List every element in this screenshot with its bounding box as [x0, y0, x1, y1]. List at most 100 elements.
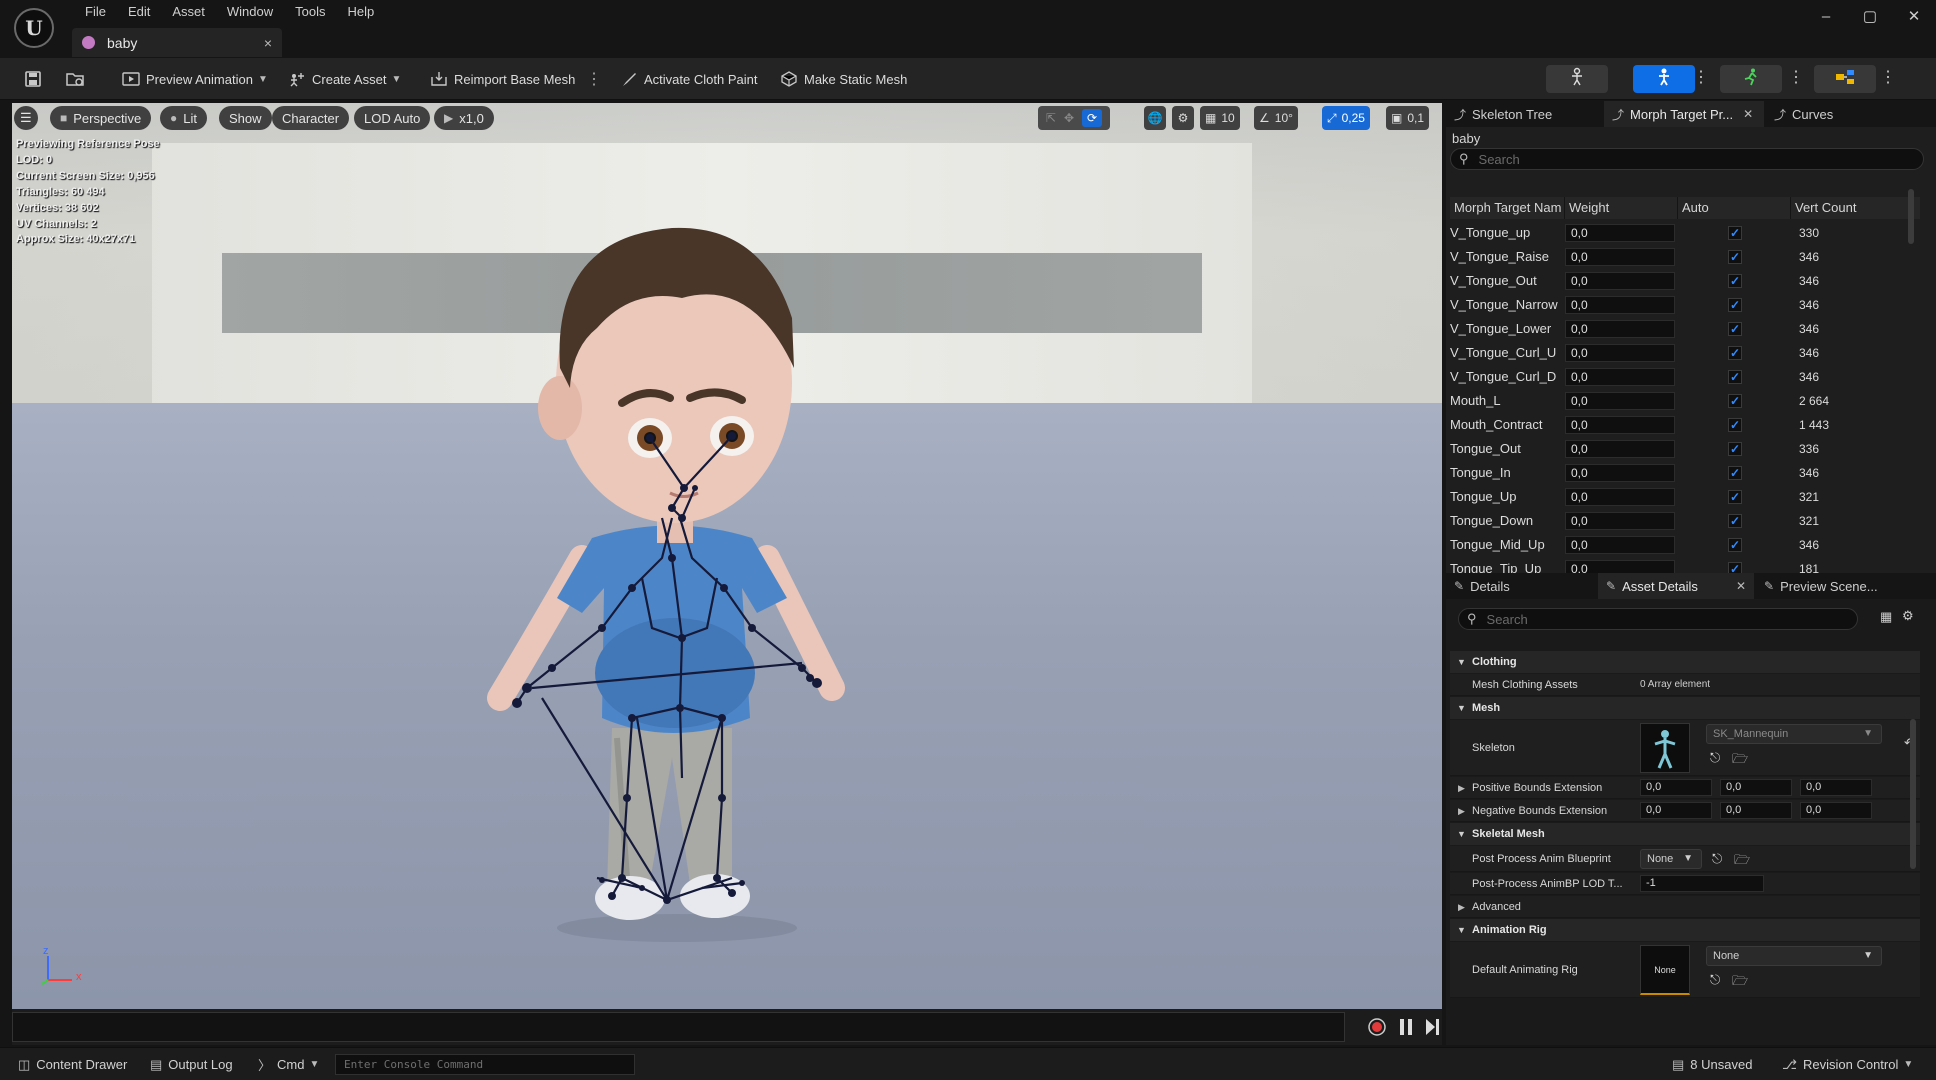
rotate-tool-icon[interactable]: ⟳	[1082, 109, 1103, 127]
morph-target-scrollbar[interactable]	[1908, 189, 1914, 244]
positive-bounds-x-field[interactable]: 0,0	[1640, 779, 1712, 796]
post-process-lod-field[interactable]: -1	[1640, 875, 1764, 892]
skeleton-thumbnail[interactable]	[1640, 723, 1690, 773]
settings-gear-icon[interactable]: ⚙	[1902, 608, 1914, 624]
view-options-icon[interactable]: ▦	[1880, 609, 1892, 625]
section-clothing[interactable]: ▼ Clothing	[1450, 651, 1920, 673]
auto-checkbox[interactable]: ✓	[1728, 514, 1742, 528]
select-tool-icon[interactable]: ⇱	[1046, 111, 1056, 125]
browse-to-asset-icon[interactable]: 🗁	[1734, 851, 1750, 873]
details-scrollbar[interactable]	[1910, 719, 1916, 869]
preview-viewport[interactable]: ☰ ■ Perspective ● Lit Show Character LOD A…	[12, 103, 1442, 1009]
negative-bounds-y-field[interactable]: 0,0	[1720, 802, 1792, 819]
reimport-base-mesh-button[interactable]: Reimport Base Mesh	[430, 58, 575, 100]
lit-button[interactable]: ● Lit	[160, 106, 207, 130]
perspective-button[interactable]: ■ Perspective	[50, 106, 152, 130]
tab-morph-target-preview[interactable]: ⤴ Morph Target Pr... ✕	[1604, 101, 1764, 127]
blueprint-mode-button[interactable]	[1814, 65, 1876, 93]
menu-asset[interactable]: Asset	[161, 3, 216, 23]
auto-checkbox[interactable]: ✓	[1728, 322, 1742, 336]
angle-snap-button[interactable]: ∠ 10°	[1254, 106, 1298, 130]
menu-tools[interactable]: Tools	[284, 3, 336, 23]
use-selected-asset-icon[interactable]: ⎋	[1710, 750, 1720, 766]
auto-checkbox[interactable]: ✓	[1728, 442, 1742, 456]
auto-checkbox[interactable]: ✓	[1728, 226, 1742, 240]
auto-checkbox[interactable]: ✓	[1728, 298, 1742, 312]
menu-edit[interactable]: Edit	[117, 3, 161, 23]
scale-snap-button[interactable]: ⤢ 0,25	[1322, 106, 1370, 130]
step-forward-button[interactable]	[1424, 1018, 1440, 1041]
column-morph-target-name[interactable]: Morph Target Nam	[1450, 197, 1565, 219]
skeleton-select[interactable]: SK_Mannequin ▼	[1706, 724, 1882, 744]
playback-speed-button[interactable]: ▶ x1,0	[434, 106, 494, 130]
unsaved-button[interactable]: ▤ 8 Unsaved	[1672, 1048, 1752, 1080]
negative-bounds-z-field[interactable]: 0,0	[1800, 802, 1872, 819]
morph-target-weight-field[interactable]: 0,0	[1565, 224, 1675, 242]
minimize-button[interactable]: –	[1804, 0, 1848, 32]
post-process-anim-blueprint-select[interactable]: None ▼	[1640, 849, 1702, 869]
morph-target-row[interactable]: V_Tongue_Raise 0,0 ✓ 346	[1450, 245, 1920, 269]
pause-button[interactable]	[1398, 1018, 1414, 1041]
show-button[interactable]: Show	[219, 106, 272, 130]
activate-cloth-paint-button[interactable]: Activate Cloth Paint	[620, 58, 757, 100]
morph-target-row[interactable]: V_Tongue_Out 0,0 ✓ 346	[1450, 269, 1920, 293]
morph-target-row[interactable]: Tongue_Up 0,0 ✓ 321	[1450, 485, 1920, 509]
morph-target-search-input[interactable]: ⚲ Search	[1450, 148, 1924, 170]
close-tab-icon[interactable]: ×	[264, 35, 272, 51]
section-skeletal-mesh[interactable]: ▼ Skeletal Mesh	[1450, 823, 1920, 845]
morph-target-weight-field[interactable]: 0,0	[1565, 344, 1675, 362]
use-selected-asset-icon[interactable]: ⎋	[1710, 972, 1720, 988]
tab-asset-details[interactable]: ✎ Asset Details ✕	[1598, 573, 1754, 599]
unreal-logo-icon[interactable]: U	[14, 8, 54, 48]
mesh-mode-button[interactable]	[1633, 65, 1695, 93]
animation-mode-button[interactable]	[1720, 65, 1782, 93]
morph-target-row[interactable]: Mouth_L 0,0 ✓ 2 664	[1450, 389, 1920, 413]
record-button[interactable]	[1367, 1017, 1387, 1042]
document-tab-baby[interactable]: baby ×	[72, 28, 282, 57]
menu-file[interactable]: File	[74, 3, 117, 23]
morph-target-weight-field[interactable]: 0,0	[1565, 416, 1675, 434]
positive-bounds-y-field[interactable]: 0,0	[1720, 779, 1792, 796]
console-command-input[interactable]: Enter Console Command	[335, 1054, 635, 1075]
close-tab-icon[interactable]: ✕	[1736, 579, 1746, 593]
morph-target-weight-field[interactable]: 0,0	[1565, 368, 1675, 386]
translate-tool-icon[interactable]: ✥	[1064, 111, 1074, 125]
camera-speed-button[interactable]: ▣ 0,1	[1386, 106, 1430, 130]
mesh-mode-options-icon[interactable]: ⋮	[1693, 67, 1709, 87]
negative-bounds-x-field[interactable]: 0,0	[1640, 802, 1712, 819]
morph-target-weight-field[interactable]: 0,0	[1565, 464, 1675, 482]
expand-triangle-icon[interactable]: ▶	[1458, 896, 1465, 918]
close-window-button[interactable]: ✕	[1892, 0, 1936, 32]
menu-window[interactable]: Window	[216, 3, 284, 23]
morph-target-row[interactable]: Tongue_In 0,0 ✓ 346	[1450, 461, 1920, 485]
morph-target-weight-field[interactable]: 0,0	[1565, 320, 1675, 338]
browse-to-asset-icon[interactable]: 🗁	[1732, 750, 1748, 772]
save-button[interactable]	[24, 58, 48, 100]
tab-details[interactable]: ✎ Details	[1446, 573, 1596, 599]
content-drawer-button[interactable]: ◫ Content Drawer	[18, 1048, 127, 1080]
auto-checkbox[interactable]: ✓	[1728, 370, 1742, 384]
browse-to-asset-icon[interactable]: 🗁	[1732, 972, 1748, 994]
morph-target-weight-field[interactable]: 0,0	[1565, 440, 1675, 458]
expand-triangle-icon[interactable]: ▶	[1458, 800, 1465, 822]
morph-target-weight-field[interactable]: 0,0	[1565, 392, 1675, 410]
morph-target-weight-field[interactable]: 0,0	[1565, 272, 1675, 290]
morph-target-weight-field[interactable]: 0,0	[1565, 488, 1675, 506]
menu-help[interactable]: Help	[336, 3, 385, 23]
cmd-dropdown[interactable]: 〉 Cmd ▼	[258, 1048, 319, 1080]
auto-checkbox[interactable]: ✓	[1728, 466, 1742, 480]
morph-target-row[interactable]: V_Tongue_Curl_U 0,0 ✓ 346	[1450, 341, 1920, 365]
tab-skeleton-tree[interactable]: ⤴ Skeleton Tree	[1446, 101, 1602, 127]
advanced-row[interactable]: ▶ Advanced	[1450, 896, 1920, 918]
output-log-button[interactable]: ▤ Output Log	[150, 1048, 233, 1080]
character-button[interactable]: Character	[272, 106, 350, 130]
blueprint-mode-options-icon[interactable]: ⋮	[1880, 67, 1896, 87]
skeleton-mode-button[interactable]	[1546, 65, 1608, 93]
preview-animation-button[interactable]: Preview Animation ▼	[122, 58, 268, 100]
lod-button[interactable]: LOD Auto	[354, 106, 431, 130]
section-mesh[interactable]: ▼ Mesh	[1450, 697, 1920, 719]
auto-checkbox[interactable]: ✓	[1728, 250, 1742, 264]
transform-tools-group[interactable]: ⇱ ✥ ⟳	[1038, 106, 1110, 130]
column-vert-count[interactable]: Vert Count	[1791, 197, 1920, 219]
auto-checkbox[interactable]: ✓	[1728, 418, 1742, 432]
